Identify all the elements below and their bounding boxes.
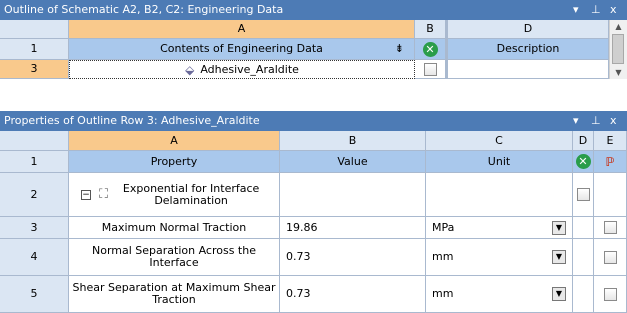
props-col-b-header[interactable]: B xyxy=(280,131,426,151)
unit-value: mm xyxy=(432,287,454,300)
pin-icon[interactable]: ⊥ xyxy=(591,111,601,131)
outline-col-d-header[interactable]: D xyxy=(446,20,609,39)
props-unit-cell[interactable] xyxy=(426,173,573,217)
suppress-x-icon: ✕ xyxy=(422,41,438,57)
scroll-up-icon[interactable]: ▲ xyxy=(610,22,627,31)
props-property-cell[interactable]: Shear Separation at Maximum Shear Tracti… xyxy=(69,276,280,313)
props-row-number[interactable]: 1 xyxy=(0,151,69,173)
props-suppress-cell xyxy=(573,276,594,313)
props-parameter-cell[interactable] xyxy=(594,239,627,276)
delamination-curve-icon: ⛶ xyxy=(99,186,109,202)
parameter-checkbox[interactable] xyxy=(603,250,617,264)
suppress-checkbox[interactable] xyxy=(576,188,590,201)
scroll-down-icon[interactable]: ▼ xyxy=(610,68,627,77)
props-parameter-cell xyxy=(594,173,627,217)
props-row-number[interactable]: 2 xyxy=(0,173,69,217)
props-corner-cell xyxy=(0,131,69,151)
outline-title-text: Outline of Schematic A2, B2, C2: Enginee… xyxy=(4,3,284,16)
props-property-cell[interactable]: Normal Separation Across the Interface xyxy=(69,239,280,276)
props-value-header[interactable]: Value xyxy=(280,151,426,173)
outline-description-header[interactable]: Description xyxy=(446,39,609,60)
panel-menu-dropdown-icon[interactable]: ▾ xyxy=(573,111,579,131)
parameter-icon: ℙ xyxy=(605,154,615,169)
props-col-e-header[interactable]: E xyxy=(594,131,627,151)
props-unit-cell[interactable]: MPa ▼ xyxy=(426,217,573,239)
props-suppress-cell[interactable] xyxy=(573,173,594,217)
outline-material-row[interactable]: ⬙ Adhesive_Araldite xyxy=(69,60,415,79)
outline-col-b-header[interactable]: B xyxy=(415,20,446,39)
material-checkbox[interactable] xyxy=(423,62,437,76)
props-suppress-header[interactable]: ✕ xyxy=(573,151,594,173)
props-unit-cell[interactable]: mm ▼ xyxy=(426,276,573,313)
outline-row-number[interactable]: 3 xyxy=(0,60,69,79)
outline-suppress-header[interactable]: ✕ xyxy=(415,39,446,60)
panel-menu-dropdown-icon[interactable]: ▾ xyxy=(573,0,579,20)
props-parameter-cell[interactable] xyxy=(594,276,627,313)
material-tag-icon: ⬙ xyxy=(185,62,195,77)
props-parameter-header[interactable]: ℙ xyxy=(594,151,627,173)
outline-panel-title: Outline of Schematic A2, B2, C2: Enginee… xyxy=(0,0,627,20)
props-col-c-header[interactable]: C xyxy=(426,131,573,151)
props-row-number[interactable]: 3 xyxy=(0,217,69,239)
outline-contents-label: Contents of Engineering Data xyxy=(160,42,323,55)
props-property-cell[interactable]: Maximum Normal Traction xyxy=(69,217,280,239)
unit-dropdown-icon[interactable]: ▼ xyxy=(552,220,566,235)
material-name: Adhesive_Araldite xyxy=(200,62,299,76)
outline-col-a-header[interactable]: A xyxy=(69,20,415,39)
parameter-checkbox[interactable] xyxy=(603,221,617,234)
props-suppress-cell xyxy=(573,239,594,276)
props-value-cell[interactable]: 0.73 xyxy=(280,239,426,276)
props-row-number[interactable]: 5 xyxy=(0,276,69,313)
props-row-number[interactable]: 4 xyxy=(0,239,69,276)
props-value-cell[interactable]: 0.73 xyxy=(280,276,426,313)
outline-scrollbar[interactable]: ▲ ▼ xyxy=(609,20,627,79)
scroll-thumb[interactable] xyxy=(612,34,624,64)
props-unit-cell[interactable]: mm ▼ xyxy=(426,239,573,276)
unit-dropdown-icon[interactable]: ▼ xyxy=(552,287,566,301)
unit-dropdown-icon[interactable]: ▼ xyxy=(552,250,566,264)
outline-material-description[interactable] xyxy=(446,60,609,79)
suppress-x-icon: ✕ xyxy=(575,154,591,169)
sort-icon[interactable]: ⇟ xyxy=(395,43,404,55)
properties-title-text: Properties of Outline Row 3: Adhesive_Ar… xyxy=(4,114,260,127)
props-value-cell[interactable] xyxy=(280,173,426,217)
pin-icon[interactable]: ⊥ xyxy=(591,0,601,20)
props-property-header[interactable]: Property xyxy=(69,151,280,173)
props-suppress-cell xyxy=(573,217,594,239)
outline-row-number[interactable]: 1 xyxy=(0,39,69,60)
close-icon[interactable]: x xyxy=(610,111,617,131)
parameter-checkbox[interactable] xyxy=(603,287,617,301)
outline-contents-header[interactable]: Contents of Engineering Data ⇟ xyxy=(69,39,415,60)
props-col-a-header[interactable]: A xyxy=(69,131,280,151)
properties-panel-title: Properties of Outline Row 3: Adhesive_Ar… xyxy=(0,111,627,131)
props-value-cell[interactable]: 19.86 xyxy=(280,217,426,239)
props-unit-header[interactable]: Unit xyxy=(426,151,573,173)
props-parameter-cell[interactable] xyxy=(594,217,627,239)
outline-corner-cell xyxy=(0,20,69,39)
property-name: Exponential for Interface Delamination xyxy=(122,181,260,207)
unit-value: mm xyxy=(432,250,454,263)
props-group-row[interactable]: − ⛶ Exponential for Interface Delaminati… xyxy=(69,173,280,217)
props-col-d-header[interactable]: D xyxy=(573,131,594,151)
outline-material-checkbox-cell[interactable] xyxy=(415,60,446,79)
collapse-toggle-icon[interactable]: − xyxy=(81,189,91,200)
close-icon[interactable]: x xyxy=(610,0,617,20)
unit-value: MPa xyxy=(432,220,455,234)
